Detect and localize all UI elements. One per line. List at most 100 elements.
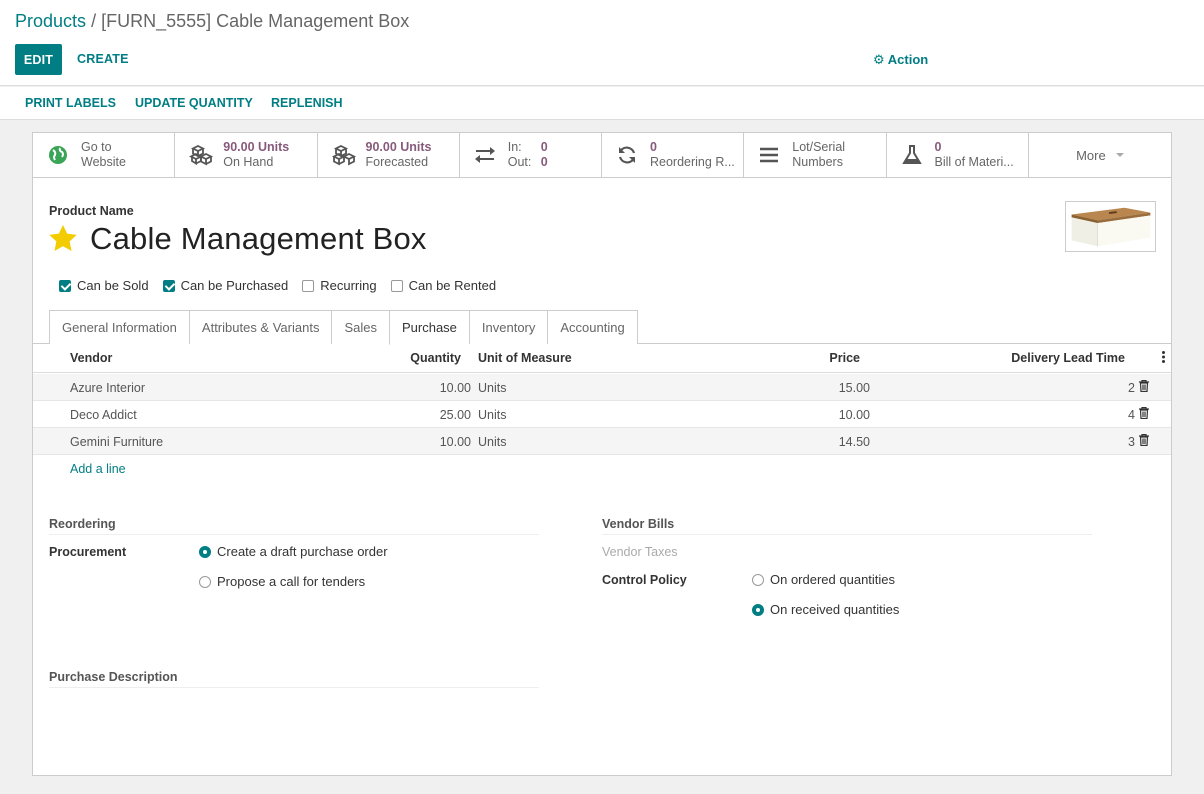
reordering-value: 0 bbox=[650, 140, 657, 154]
in-label: In: bbox=[507, 140, 522, 154]
table-row[interactable]: Deco Addict 25.00 Units 10.00 4 bbox=[33, 401, 1171, 428]
tab-accounting[interactable]: Accounting bbox=[547, 310, 638, 344]
edit-button[interactable]: Edit bbox=[15, 44, 62, 75]
in-out-button[interactable]: In: 0 Out: 0 bbox=[460, 133, 602, 177]
trash-icon[interactable] bbox=[1139, 407, 1149, 419]
lots-line1: Lot/Serial bbox=[792, 140, 846, 154]
print-labels-button[interactable]: Print Labels bbox=[25, 96, 116, 110]
procurement-label: Procurement bbox=[49, 545, 127, 559]
incoming-count: In: 0 bbox=[507, 140, 548, 154]
vendor-price: 10.00 bbox=[838, 408, 870, 422]
bill-of-materials-button[interactable]: 0 Bill of Materi... bbox=[887, 133, 1029, 177]
trash-icon[interactable] bbox=[1139, 380, 1149, 392]
can-be-purchased-checkbox[interactable]: Can be Purchased bbox=[162, 278, 289, 293]
breadcrumb-current: [FURN_5555] Cable Management Box bbox=[101, 11, 410, 31]
more-label: More bbox=[1076, 147, 1106, 163]
favorite-star-icon[interactable] bbox=[47, 223, 79, 255]
vendor-name: Azure Interior bbox=[70, 381, 146, 395]
go-to-website-button[interactable]: Go to Website bbox=[33, 133, 176, 177]
action-label: Action bbox=[887, 52, 929, 67]
ordered-quantities-radio[interactable]: On ordered quantities bbox=[752, 572, 895, 587]
outgoing-count: Out: 0 bbox=[507, 155, 548, 169]
product-image[interactable] bbox=[1065, 201, 1156, 252]
product-flags: Can be Sold Can be Purchased Recurring C… bbox=[59, 278, 510, 293]
exchange-icon bbox=[474, 147, 495, 163]
cubes-icon bbox=[189, 144, 214, 166]
call-for-tenders-label: Propose a call for tenders bbox=[217, 574, 366, 589]
cable-box-image bbox=[1071, 207, 1151, 247]
header-buttons-bar: Print Labels Update Quantity Replenish bbox=[0, 87, 1204, 120]
vendor-lead-time: 4 bbox=[1128, 408, 1135, 422]
forecasted-button[interactable]: 90.00 Units Forecasted bbox=[318, 133, 460, 177]
forecasted-value: 90.00 Units bbox=[365, 140, 432, 154]
lots-line2: Numbers bbox=[792, 155, 843, 169]
replenish-button[interactable]: Replenish bbox=[271, 96, 343, 110]
draft-purchase-order-label: Create a draft purchase order bbox=[217, 544, 388, 559]
received-quantities-label: On received quantities bbox=[770, 602, 900, 617]
on-hand-button[interactable]: 90.00 Units On Hand bbox=[175, 133, 318, 177]
bom-label: Bill of Materi... bbox=[934, 155, 1014, 169]
update-quantity-button[interactable]: Update Quantity bbox=[135, 96, 253, 110]
smart-button-box: Go to Website 90.00 Units On Hand 90.00 … bbox=[33, 133, 1171, 178]
breadcrumb-separator: / bbox=[91, 11, 97, 31]
purchase-description-title: Purchase Description bbox=[49, 670, 539, 688]
caret-down-icon bbox=[1115, 153, 1124, 157]
table-row[interactable]: Gemini Furniture 10.00 Units 14.50 3 bbox=[33, 428, 1171, 455]
refresh-icon bbox=[618, 146, 636, 164]
column-unit-of-measure[interactable]: Unit of Measure bbox=[478, 351, 572, 365]
trash-icon[interactable] bbox=[1139, 434, 1149, 446]
list-icon bbox=[760, 147, 779, 163]
vendor-taxes-label: Vendor Taxes bbox=[602, 545, 678, 559]
radio-selected-icon bbox=[752, 603, 764, 616]
optional-columns-icon[interactable] bbox=[1162, 351, 1165, 363]
checkbox-checked-icon bbox=[59, 279, 71, 292]
cubes-icon bbox=[331, 144, 356, 166]
breadcrumb-products-link[interactable]: Products bbox=[15, 11, 86, 31]
reordering-rules-button[interactable]: 0 Reordering R... bbox=[602, 133, 745, 177]
vendor-name: Deco Addict bbox=[70, 408, 137, 422]
bom-value: 0 bbox=[934, 140, 942, 154]
lot-serial-numbers-button[interactable]: Lot/Serial Numbers bbox=[744, 133, 887, 177]
vendor-price: 14.50 bbox=[838, 435, 870, 449]
vendor-name: Gemini Furniture bbox=[70, 435, 164, 449]
tab-general-information[interactable]: General Information bbox=[49, 310, 189, 344]
tab-sales[interactable]: Sales bbox=[331, 310, 389, 344]
table-row[interactable]: Azure Interior 10.00 Units 15.00 2 bbox=[33, 374, 1171, 401]
recurring-label: Recurring bbox=[320, 278, 377, 293]
checkbox-unchecked-icon bbox=[390, 279, 403, 292]
vendor-uom: Units bbox=[478, 381, 507, 395]
more-button[interactable]: More bbox=[1029, 133, 1171, 177]
column-delivery-lead-time[interactable]: Delivery Lead Time bbox=[1011, 351, 1125, 365]
product-name-label: Product Name bbox=[49, 204, 134, 218]
tab-purchase[interactable]: Purchase bbox=[388, 310, 469, 345]
out-value: 0 bbox=[540, 155, 548, 169]
checkbox-unchecked-icon bbox=[302, 279, 315, 292]
tab-attributes-variants[interactable]: Attributes & Variants bbox=[188, 310, 332, 344]
reordering-label: Reordering R... bbox=[650, 155, 735, 169]
call-for-tenders-radio[interactable]: Propose a call for tenders bbox=[199, 574, 365, 589]
flask-icon bbox=[901, 145, 922, 164]
column-vendor[interactable]: Vendor bbox=[70, 351, 112, 365]
in-value: 0 bbox=[540, 140, 548, 154]
product-name[interactable]: Cable Management Box bbox=[90, 221, 427, 257]
on-hand-label: On Hand bbox=[223, 155, 274, 169]
action-menu-button[interactable]: ⚙ Action bbox=[873, 52, 928, 68]
radio-unselected-icon bbox=[199, 575, 211, 588]
can-be-rented-checkbox[interactable]: Can be Rented bbox=[390, 278, 496, 293]
recurring-checkbox[interactable]: Recurring bbox=[302, 278, 377, 293]
vendor-bills-section-title: Vendor Bills bbox=[602, 517, 1092, 535]
vendor-quantity: 25.00 bbox=[439, 408, 471, 422]
can-be-purchased-label: Can be Purchased bbox=[180, 278, 289, 293]
received-quantities-radio[interactable]: On received quantities bbox=[752, 602, 899, 617]
out-label: Out: bbox=[507, 155, 532, 169]
column-price[interactable]: Price bbox=[829, 351, 860, 365]
notebook-tabs: General Information Attributes & Variant… bbox=[49, 310, 638, 345]
vendor-lead-time: 3 bbox=[1128, 435, 1135, 449]
column-quantity[interactable]: Quantity bbox=[410, 351, 461, 365]
draft-purchase-order-radio[interactable]: Create a draft purchase order bbox=[199, 544, 388, 559]
can-be-sold-checkbox[interactable]: Can be Sold bbox=[59, 278, 149, 293]
tab-inventory[interactable]: Inventory bbox=[468, 310, 548, 344]
add-a-line-link[interactable]: Add a line bbox=[70, 462, 126, 476]
create-button[interactable]: Create bbox=[77, 52, 129, 66]
radio-unselected-icon bbox=[752, 573, 764, 586]
